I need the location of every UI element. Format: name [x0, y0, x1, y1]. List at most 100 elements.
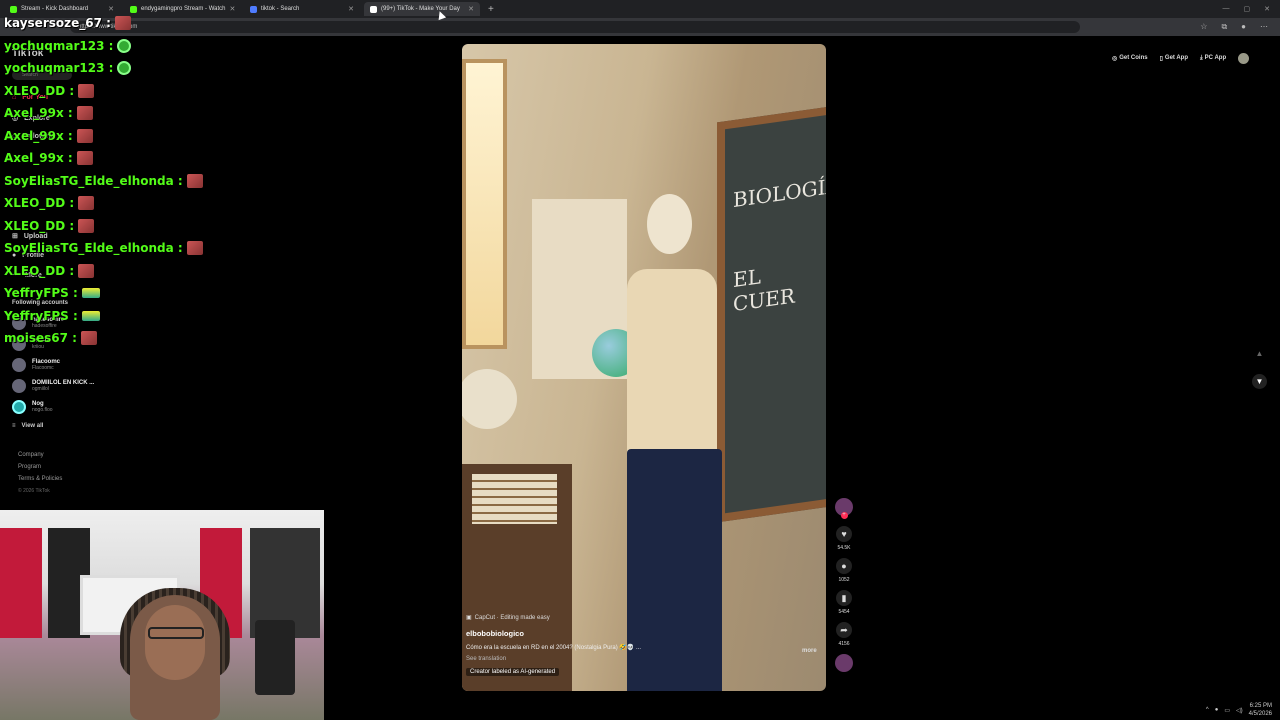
emote-icon — [186, 241, 203, 256]
get-app-button[interactable]: ▯ Get App — [1160, 55, 1188, 62]
avatar — [12, 400, 26, 414]
clock-time: 6:25 PM — [1249, 703, 1272, 709]
chat-message: SoyEliasTG_Elde_elhonda : — [4, 170, 204, 193]
curtain — [0, 528, 42, 638]
chat-message: moises67 : — [4, 327, 204, 350]
bookmark-icon: ▮ — [841, 592, 847, 603]
emote-icon — [76, 106, 93, 121]
more-button[interactable]: more — [802, 648, 817, 654]
chat-username: YeffryFPS : — [4, 308, 78, 323]
chat-message: yochuqmar123 : — [4, 57, 204, 80]
tab-tiktok-search[interactable]: tiktok - Search ✕ — [244, 2, 360, 16]
close-icon[interactable]: ✕ — [468, 5, 474, 13]
view-all-link[interactable]: ≡ View all — [12, 423, 43, 429]
comment-button[interactable]: ● — [836, 558, 852, 574]
next-video-button[interactable]: ▼ — [1252, 374, 1267, 389]
comment-count: 1052 — [838, 577, 850, 583]
save-button[interactable]: ▮ — [836, 590, 852, 606]
emote-icon — [76, 128, 93, 143]
network-icon[interactable]: ▭ — [1224, 707, 1230, 714]
emote-icon — [78, 263, 95, 278]
share-icon: ➦ — [840, 624, 848, 635]
stream-chat-overlay: kaysersoze_67 : yochuqmar123 : yochuqmar12… — [4, 12, 204, 350]
capcut-badge[interactable]: ▣ CapCut · Editing made easy — [466, 614, 826, 622]
video-author[interactable]: elbobobiologico — [466, 629, 826, 638]
clock-date: 4/5/2026 — [1248, 711, 1272, 717]
avatar — [12, 358, 26, 372]
video-player[interactable]: BIOLOGÍA: EL CUER — [462, 44, 826, 691]
chalkboard: BIOLOGÍA: EL CUER — [717, 105, 826, 523]
chat-message: yochuqmar123 : — [4, 35, 204, 58]
account-item[interactable]: Nog nogo.floo — [12, 400, 53, 414]
pc-app-button[interactable]: ⤓ PC App — [1200, 55, 1226, 62]
extensions-icon[interactable]: ⧉ — [1221, 22, 1227, 32]
chat-username: Axel_99x : — [4, 128, 73, 143]
share-count: 4156 — [838, 641, 850, 647]
address-bar[interactable]: https://www.tiktok.com — [70, 21, 1080, 33]
pc-app-label: PC App — [1204, 55, 1227, 61]
like-count: 54.5K — [837, 545, 851, 551]
chat-username: XLEO_DD : — [4, 196, 75, 211]
mic-icon[interactable]: ● — [1215, 707, 1219, 713]
emote-icon — [81, 310, 100, 321]
download-icon: ⤓ — [1200, 54, 1203, 61]
tab-label: tiktok - Search — [261, 6, 300, 12]
chat-username: yochuqmar123 : — [4, 38, 114, 53]
star-icon[interactable]: ☆ — [1200, 22, 1207, 32]
maximize-icon[interactable]: ▢ — [1244, 5, 1251, 13]
footer-terms[interactable]: Terms & Policies — [18, 476, 62, 482]
board-text: BIOLOGÍA: — [733, 172, 826, 213]
clock[interactable]: 6:25 PM 4/5/2026 — [1249, 702, 1272, 718]
footer-company[interactable]: Company — [18, 452, 44, 458]
save-count: 5454 — [838, 609, 850, 615]
user-avatar[interactable] — [1238, 52, 1250, 64]
music-disc[interactable] — [835, 654, 853, 672]
account-item[interactable]: Flacoomc Flacoomc — [12, 358, 60, 372]
chat-username: XLEO_DD : — [4, 263, 75, 278]
view-all-label: View all — [21, 423, 44, 429]
emote-icon — [80, 331, 97, 346]
avatar — [12, 379, 26, 393]
like-button[interactable]: ♥ — [836, 526, 852, 542]
heart-icon: ♥ — [841, 529, 847, 539]
footer-program[interactable]: Program — [18, 464, 41, 470]
get-coins-button[interactable]: ◎ Get Coins — [1112, 55, 1148, 62]
capcut-label: CapCut · Editing made easy — [474, 614, 550, 621]
tiktok-icon — [370, 5, 377, 13]
chat-username: SoyEliasTG_Elde_elhonda : — [4, 241, 183, 256]
emote-icon — [114, 16, 131, 31]
emote-icon — [186, 173, 203, 188]
system-taskbar: ^ ● ▭ ◁) 6:25 PM 4/5/2026 — [324, 700, 1280, 720]
profile-icon[interactable]: ● — [1241, 22, 1246, 32]
chat-username: YeffryFPS : — [4, 286, 78, 301]
comment-icon: ● — [841, 561, 847, 571]
tray-chevron-icon[interactable]: ^ — [1206, 707, 1209, 713]
list-icon: ≡ — [12, 423, 16, 429]
ai-generated-label: Creator labeled as AI-generated — [466, 668, 560, 676]
see-translation-link[interactable]: See translation — [466, 656, 826, 662]
books — [472, 474, 557, 524]
volume-icon[interactable]: ◁) — [1236, 707, 1243, 714]
emote-icon — [78, 83, 95, 98]
follow-icon[interactable]: + — [840, 512, 848, 519]
tab-tiktok[interactable]: (99+) TikTok - Make Your Day ✕ — [364, 2, 480, 16]
previous-video-button[interactable]: ▲ — [1252, 346, 1267, 361]
copyright: © 2026 TikTok — [18, 488, 50, 494]
chat-username: Axel_99x : — [4, 106, 73, 121]
chat-username: moises67 : — [4, 331, 77, 346]
emote-icon — [78, 196, 95, 211]
close-icon[interactable]: ✕ — [229, 5, 235, 13]
webcam-feed — [0, 510, 324, 720]
minimize-icon[interactable]: — — [1223, 5, 1230, 13]
chat-message: Axel_99x : — [4, 147, 204, 170]
get-app-label: Get App — [1164, 55, 1189, 61]
skull — [647, 194, 692, 254]
get-coins-label: Get Coins — [1119, 55, 1148, 61]
new-tab-button[interactable]: + — [488, 4, 494, 15]
video-caption: ▣ CapCut · Editing made easy elbobobiolog… — [466, 614, 826, 676]
close-icon[interactable]: ✕ — [348, 5, 354, 13]
account-item[interactable]: DOMIILOL EN KICK ... ogmiilol — [12, 379, 94, 393]
menu-icon[interactable]: ⋯ — [1260, 22, 1268, 32]
close-window-icon[interactable]: ✕ — [1264, 5, 1270, 13]
share-button[interactable]: ➦ — [836, 622, 852, 638]
